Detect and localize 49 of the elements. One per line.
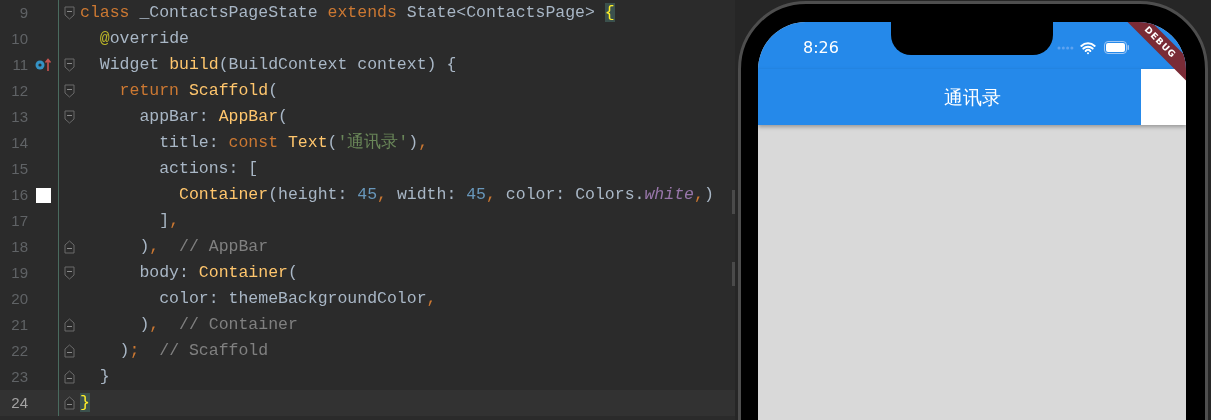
line-number: 21 (10, 314, 28, 335)
code-line: color: themeBackgroundColor, (158, 289, 437, 309)
line-number: 9 (18, 2, 28, 23)
status-time: 8:26 (803, 36, 839, 59)
line-number: 10 (10, 28, 28, 49)
code-line: } (98, 367, 110, 387)
line-number: 16 (10, 184, 28, 205)
wifi-icon (1080, 39, 1096, 56)
code-line: return Scaffold( (118, 81, 279, 101)
code-line: appBar: AppBar( (138, 107, 288, 127)
battery-icon (1104, 41, 1129, 54)
app-bar-title: 通讯录 (943, 84, 1001, 110)
fold-icon[interactable] (64, 84, 75, 98)
line-number: 15 (10, 158, 28, 179)
line-number: 22 (10, 340, 28, 361)
code-line: ), // AppBar (138, 237, 269, 257)
line-number: 23 (10, 366, 28, 387)
line-number: 18 (10, 236, 28, 257)
fold-icon[interactable] (64, 344, 75, 358)
line-number: 17 (10, 210, 28, 231)
fold-icon[interactable] (64, 6, 75, 20)
line-number: 14 (10, 132, 28, 153)
line-number: 20 (10, 288, 28, 309)
line-number: 24 (10, 392, 28, 413)
fold-icon[interactable] (64, 266, 75, 280)
line-number: 13 (10, 106, 28, 127)
code-line: Widget build(BuildContext context) { (98, 55, 457, 75)
signal-icon (1057, 45, 1074, 50)
fold-icon[interactable] (64, 370, 75, 384)
action-container (1141, 69, 1186, 125)
override-icon[interactable] (34, 58, 52, 72)
code-line: ); // Scaffold (118, 341, 269, 361)
code-line: actions: [ (158, 159, 259, 179)
line-number: 12 (10, 80, 28, 101)
code-line: Container(height: 45, width: 45, color: Colors.white,) (178, 185, 714, 205)
code-line: ], (158, 211, 180, 231)
code-line: ), // Container (138, 315, 298, 335)
fold-icon[interactable] (64, 58, 75, 72)
code-line: body: Container( (138, 263, 298, 283)
fold-icon[interactable] (64, 110, 75, 124)
line-number: 19 (10, 262, 28, 283)
fold-icon[interactable] (64, 318, 75, 332)
code-line: title: const Text('通讯录'), (158, 133, 429, 153)
code-line: @override (98, 29, 189, 49)
fold-icon[interactable] (64, 396, 75, 410)
code-line: class _ContactsPageState extends State<ContactsPage> { (80, 3, 615, 23)
color-swatch-icon[interactable] (35, 187, 51, 203)
fold-icon[interactable] (64, 240, 75, 254)
line-number: 11 (11, 54, 28, 75)
